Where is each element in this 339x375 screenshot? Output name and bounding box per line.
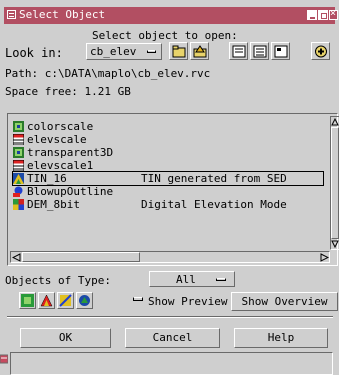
show-preview-checkbox[interactable] bbox=[133, 297, 143, 301]
new-folder-button[interactable] bbox=[190, 42, 209, 60]
list-item[interactable]: BlowupOutline bbox=[13, 185, 323, 198]
window-menu-icon[interactable] bbox=[7, 10, 16, 19]
ok-button[interactable]: OK bbox=[20, 328, 111, 348]
add-button[interactable] bbox=[311, 42, 330, 60]
list-item-selected[interactable]: TIN_16 TIN generated from SED bbox=[12, 171, 324, 186]
list-view-icon bbox=[232, 45, 246, 58]
path-label: Path: c:\DATA\maplo\cb_elev.rvc bbox=[5, 67, 211, 80]
horizontal-scroll-thumb[interactable] bbox=[22, 252, 140, 262]
show-overview-label: Show Overview bbox=[241, 295, 328, 308]
maximize-button[interactable] bbox=[318, 10, 328, 20]
dropdown-arrow-icon bbox=[216, 278, 226, 281]
detail-view-icon bbox=[253, 45, 267, 58]
show-overview-button[interactable]: Show Overview bbox=[231, 292, 338, 311]
table-icon bbox=[13, 134, 24, 145]
cad-filter-icon bbox=[59, 294, 72, 307]
vector-icon bbox=[13, 186, 23, 197]
object-name: TIN_16 bbox=[27, 172, 67, 185]
object-type-dropdown[interactable]: All bbox=[149, 271, 235, 287]
objects-of-type-label: Objects of Type: bbox=[5, 274, 111, 287]
properties-view-button[interactable] bbox=[271, 42, 290, 60]
scroll-down-icon[interactable] bbox=[331, 240, 339, 248]
select-object-dialog: Select Object Select object to open: Loo… bbox=[0, 0, 339, 375]
ok-label: OK bbox=[58, 331, 73, 344]
help-label: Help bbox=[267, 331, 295, 344]
list-item[interactable]: elevscale bbox=[13, 133, 323, 146]
dropdown-arrow-icon bbox=[147, 50, 156, 53]
close-button[interactable] bbox=[329, 8, 338, 20]
horizontal-scrollbar[interactable] bbox=[10, 251, 330, 263]
table-icon bbox=[13, 160, 24, 171]
object-name: BlowupOutline bbox=[27, 185, 114, 198]
dialog-prompt: Select object to open: bbox=[92, 29, 238, 42]
list-view-button[interactable] bbox=[229, 42, 248, 60]
raster-icon bbox=[13, 121, 24, 132]
folder-up-icon bbox=[172, 45, 186, 58]
space-free-label: Space free: 1.21 GB bbox=[5, 85, 131, 98]
window-title: Select Object bbox=[19, 8, 106, 21]
object-type-value: All bbox=[176, 273, 196, 286]
title-bar[interactable]: Select Object bbox=[4, 7, 338, 24]
object-list[interactable]: colorscale elevscale transparent3D elevs… bbox=[7, 113, 339, 266]
tin-filter-icon bbox=[79, 295, 90, 306]
list-item[interactable]: colorscale bbox=[13, 120, 323, 133]
properties-view-icon bbox=[274, 45, 288, 58]
look-in-label: Look in: bbox=[5, 46, 63, 60]
separator bbox=[7, 316, 333, 318]
list-item[interactable]: transparent3D bbox=[13, 146, 323, 159]
tin-filter-button[interactable] bbox=[76, 292, 93, 309]
raster-filter-icon bbox=[21, 294, 34, 307]
background-window bbox=[10, 352, 333, 375]
raster-icon bbox=[13, 147, 24, 158]
raster-filter-button[interactable] bbox=[19, 292, 36, 309]
object-name: elevscale1 bbox=[27, 159, 94, 172]
detail-view-button[interactable] bbox=[250, 42, 269, 60]
show-preview-label[interactable]: Show Preview bbox=[148, 295, 227, 308]
help-button[interactable]: Help bbox=[234, 328, 328, 348]
folder-up-button[interactable] bbox=[169, 42, 188, 60]
cad-filter-button[interactable] bbox=[57, 292, 74, 309]
object-name: colorscale bbox=[27, 120, 94, 133]
look-in-value: cb_elev bbox=[90, 45, 137, 58]
look-in-dropdown[interactable]: cb_elev bbox=[86, 43, 162, 60]
background-window-icon[interactable] bbox=[0, 353, 9, 365]
add-icon bbox=[315, 45, 327, 58]
scroll-right-icon[interactable] bbox=[320, 253, 329, 262]
list-item[interactable]: DEM_8bit Digital Elevation Mode bbox=[13, 198, 323, 211]
window-edge-icon bbox=[0, 354, 9, 364]
scroll-left-icon[interactable] bbox=[12, 253, 21, 262]
object-name: transparent3D bbox=[27, 146, 114, 159]
cancel-label: Cancel bbox=[152, 331, 193, 344]
cancel-button[interactable]: Cancel bbox=[125, 328, 220, 348]
dem-icon bbox=[13, 199, 24, 210]
minimize-button[interactable] bbox=[307, 10, 317, 20]
scroll-up-icon[interactable] bbox=[331, 118, 339, 126]
vector-filter-button[interactable] bbox=[38, 292, 55, 309]
tin-icon bbox=[13, 173, 24, 184]
object-description: TIN generated from SED bbox=[141, 172, 287, 185]
object-description: Digital Elevation Mode bbox=[141, 198, 287, 211]
vertical-scrollbar[interactable] bbox=[330, 116, 339, 250]
vector-filter-icon bbox=[40, 294, 53, 307]
object-name: DEM_8bit bbox=[27, 198, 80, 211]
new-folder-icon bbox=[193, 45, 207, 58]
list-item[interactable]: elevscale1 bbox=[13, 159, 323, 172]
object-name: elevscale bbox=[27, 133, 87, 146]
vertical-scroll-thumb[interactable] bbox=[331, 127, 339, 239]
